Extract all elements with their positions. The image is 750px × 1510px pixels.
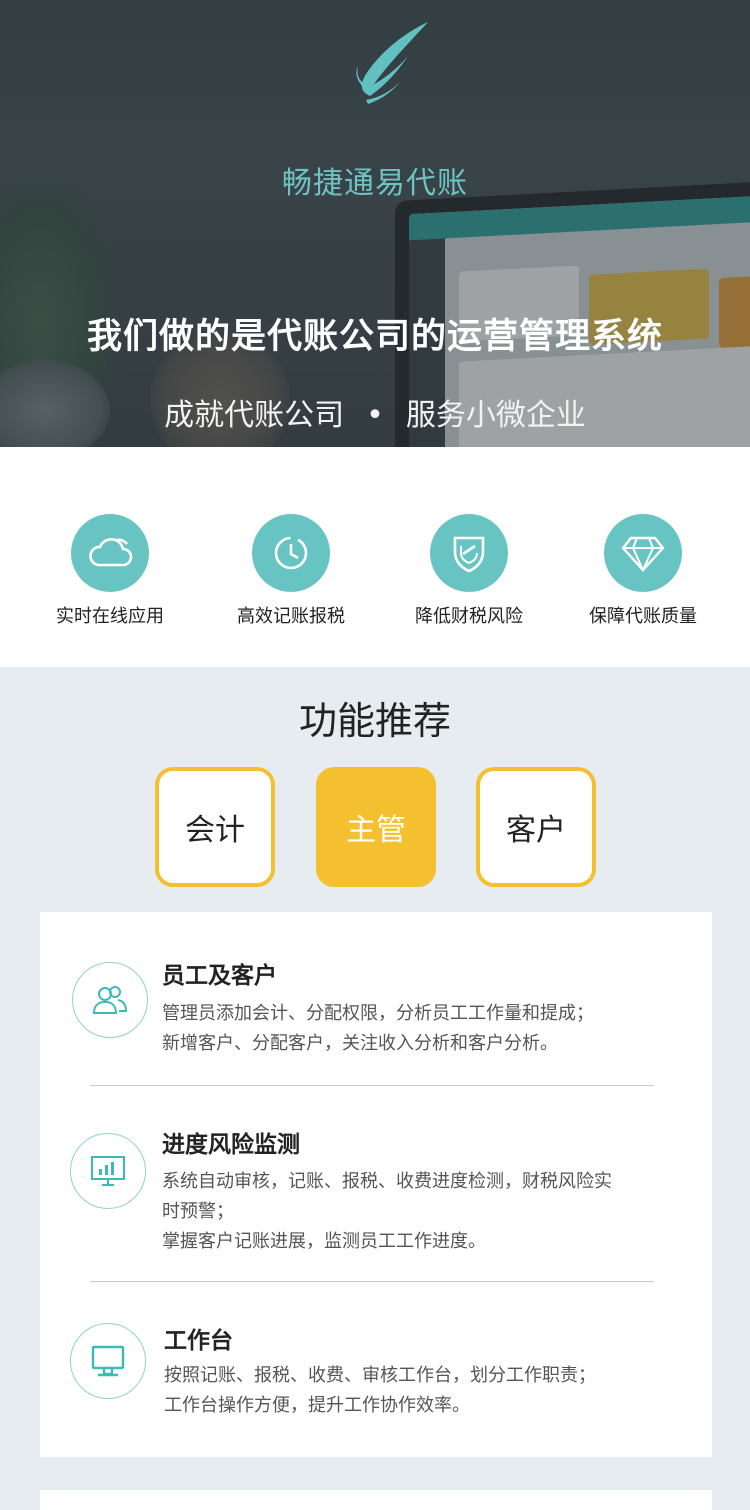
divider [90, 1281, 654, 1282]
desktop-icon [70, 1323, 146, 1399]
item-description: 管理员添加会计、分配权限，分析员工工作量和提成； 新增客户、分配客户，关注收入分… [162, 1003, 594, 1054]
item-title: 员工及客户 [162, 963, 277, 989]
item-description: 按照记账、报税、收费、审核工作台，划分工作职责； 工作台操作方便，提升工作协作效… [164, 1365, 596, 1416]
subline-left: 成就代账公司 [164, 398, 345, 433]
next-card-edge [40, 1490, 712, 1510]
clock-icon [252, 514, 330, 592]
tab-accountant[interactable]: 会计 [155, 767, 275, 887]
shield-icon [430, 514, 508, 592]
feature-risk: 降低财税风险 [379, 514, 559, 628]
feature-label: 保障代账质量 [589, 606, 697, 627]
feature-detail-card: 员工及客户 管理员添加会计、分配权限，分析员工工作量和提成； 新增客户、分配客户… [40, 912, 712, 1457]
users-icon [72, 962, 148, 1038]
monitor-chart-icon [70, 1133, 146, 1209]
hero-banner: 畅捷通易代账 我们做的是代账公司的运营管理系统 成就代账公司 • 服务小微企业 [0, 0, 750, 447]
item-description: 系统自动审核，记账、报税、收费进度检测，财税风险实 时预警； 掌握客户记账进展，… [162, 1171, 612, 1252]
feature-strip: 实时在线应用 高效记账报税 降低财税风险 保障代账质量 [0, 447, 750, 667]
tab-customer[interactable]: 客户 [476, 767, 596, 887]
hero-headline: 我们做的是代账公司的运营管理系统 [86, 317, 663, 357]
hero-subline: 成就代账公司 • 服务小微企业 [0, 390, 750, 434]
feature-efficient: 高效记账报税 [201, 514, 381, 628]
cloud-icon [71, 514, 149, 592]
subline-dot: • [366, 398, 384, 433]
item-title: 工作台 [164, 1328, 233, 1354]
feature-label: 高效记账报税 [237, 606, 345, 627]
divider [90, 1085, 654, 1086]
wing-logo-icon [336, 18, 436, 118]
feature-quality: 保障代账质量 [553, 514, 733, 628]
item-title: 进度风险监测 [162, 1132, 300, 1158]
brand-name: 畅捷通易代账 [282, 166, 468, 201]
feature-label: 降低财税风险 [415, 606, 523, 627]
feature-realtime: 实时在线应用 [20, 514, 200, 628]
tab-supervisor[interactable]: 主管 [316, 767, 436, 887]
section-title: 功能推荐 [298, 699, 451, 743]
role-tabs: 会计 主管 客户 [155, 767, 597, 887]
subline-right: 服务小微企业 [405, 398, 586, 433]
feature-label: 实时在线应用 [56, 606, 164, 627]
diamond-icon [604, 514, 682, 592]
